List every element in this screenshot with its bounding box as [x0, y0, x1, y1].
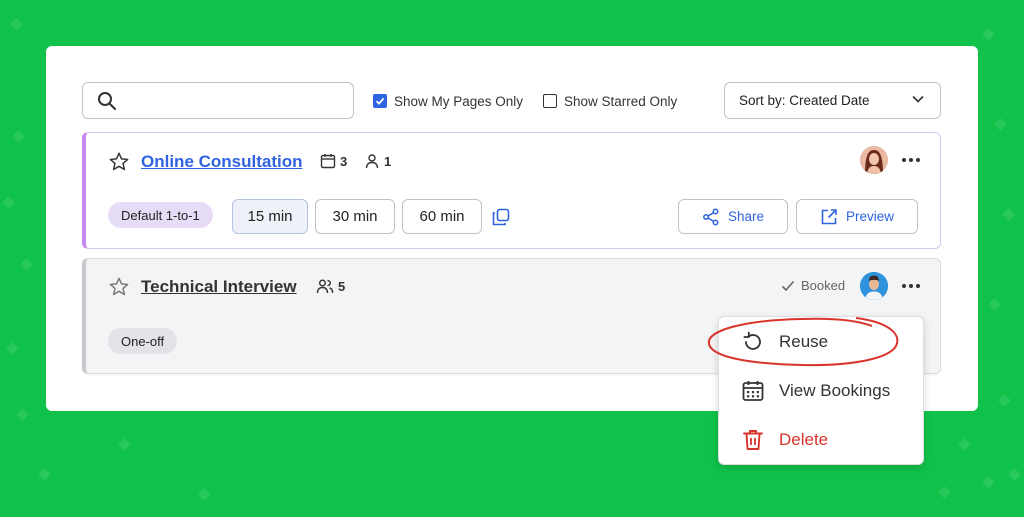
duration-option-15[interactable]: 15 min — [232, 199, 308, 234]
more-options-icon[interactable] — [902, 158, 920, 162]
share-label: Share — [727, 209, 765, 224]
page-type-badge: Default 1-to-1 — [108, 202, 213, 228]
star-icon[interactable] — [108, 151, 130, 173]
guest-count: 5 — [316, 278, 345, 294]
menu-item-delete[interactable]: Delete — [719, 418, 925, 462]
menu-item-delete-label: Delete — [779, 430, 829, 449]
check-icon — [781, 280, 795, 291]
calendar-icon — [742, 381, 764, 401]
show-my-pages-checkbox[interactable]: Show My Pages Only — [373, 92, 523, 110]
guest-count-value: 5 — [338, 278, 346, 294]
duration-option-60[interactable]: 60 min — [402, 199, 482, 234]
page-title-link[interactable]: Online Consultation — [141, 152, 303, 172]
highlight-annotation — [707, 317, 899, 367]
menu-item-view-bookings[interactable]: View Bookings — [719, 369, 925, 413]
copy-icon[interactable] — [492, 208, 510, 226]
preview-label: Preview — [845, 209, 894, 224]
user-icon — [365, 154, 379, 169]
calendar-icon — [320, 154, 336, 169]
event-count-value: 3 — [340, 153, 348, 169]
show-my-pages-label: Show My Pages Only — [394, 93, 524, 109]
show-starred-checkbox[interactable]: Show Starred Only — [543, 92, 677, 110]
share-button[interactable]: Share — [678, 199, 788, 234]
star-icon[interactable] — [108, 276, 130, 298]
page-type-badge: One-off — [108, 328, 178, 354]
sort-dropdown[interactable]: Sort by: Created Date — [724, 82, 941, 119]
chevron-down-icon — [912, 95, 924, 103]
search-icon — [98, 92, 116, 110]
page-card-online-consultation: Online Consultation 3 1 Default 1-to-1 1… — [82, 132, 941, 249]
duration-option-30[interactable]: 30 min — [315, 199, 395, 234]
sort-label: Sort by: Created Date — [739, 93, 870, 108]
more-options-icon[interactable] — [902, 284, 920, 288]
external-link-icon — [821, 208, 837, 224]
checkbox-checked-icon — [373, 94, 387, 108]
checkbox-unchecked-icon — [543, 94, 557, 108]
search-input[interactable] — [127, 89, 347, 113]
avatar-female — [860, 146, 888, 174]
share-icon — [703, 208, 719, 225]
menu-item-view-bookings-label: View Bookings — [779, 381, 891, 400]
booked-label: Booked — [801, 278, 846, 293]
host-count-value: 1 — [384, 153, 392, 169]
users-icon — [316, 279, 334, 294]
avatar-male — [860, 272, 888, 300]
search-box[interactable] — [82, 82, 354, 119]
trash-icon — [743, 430, 763, 450]
page-title-link[interactable]: Technical Interview — [141, 277, 297, 297]
booked-status: Booked — [781, 278, 845, 293]
preview-button[interactable]: Preview — [796, 199, 918, 234]
host-count: 1 — [364, 153, 391, 169]
show-starred-label: Show Starred Only — [564, 93, 678, 109]
event-count: 3 — [320, 153, 347, 169]
